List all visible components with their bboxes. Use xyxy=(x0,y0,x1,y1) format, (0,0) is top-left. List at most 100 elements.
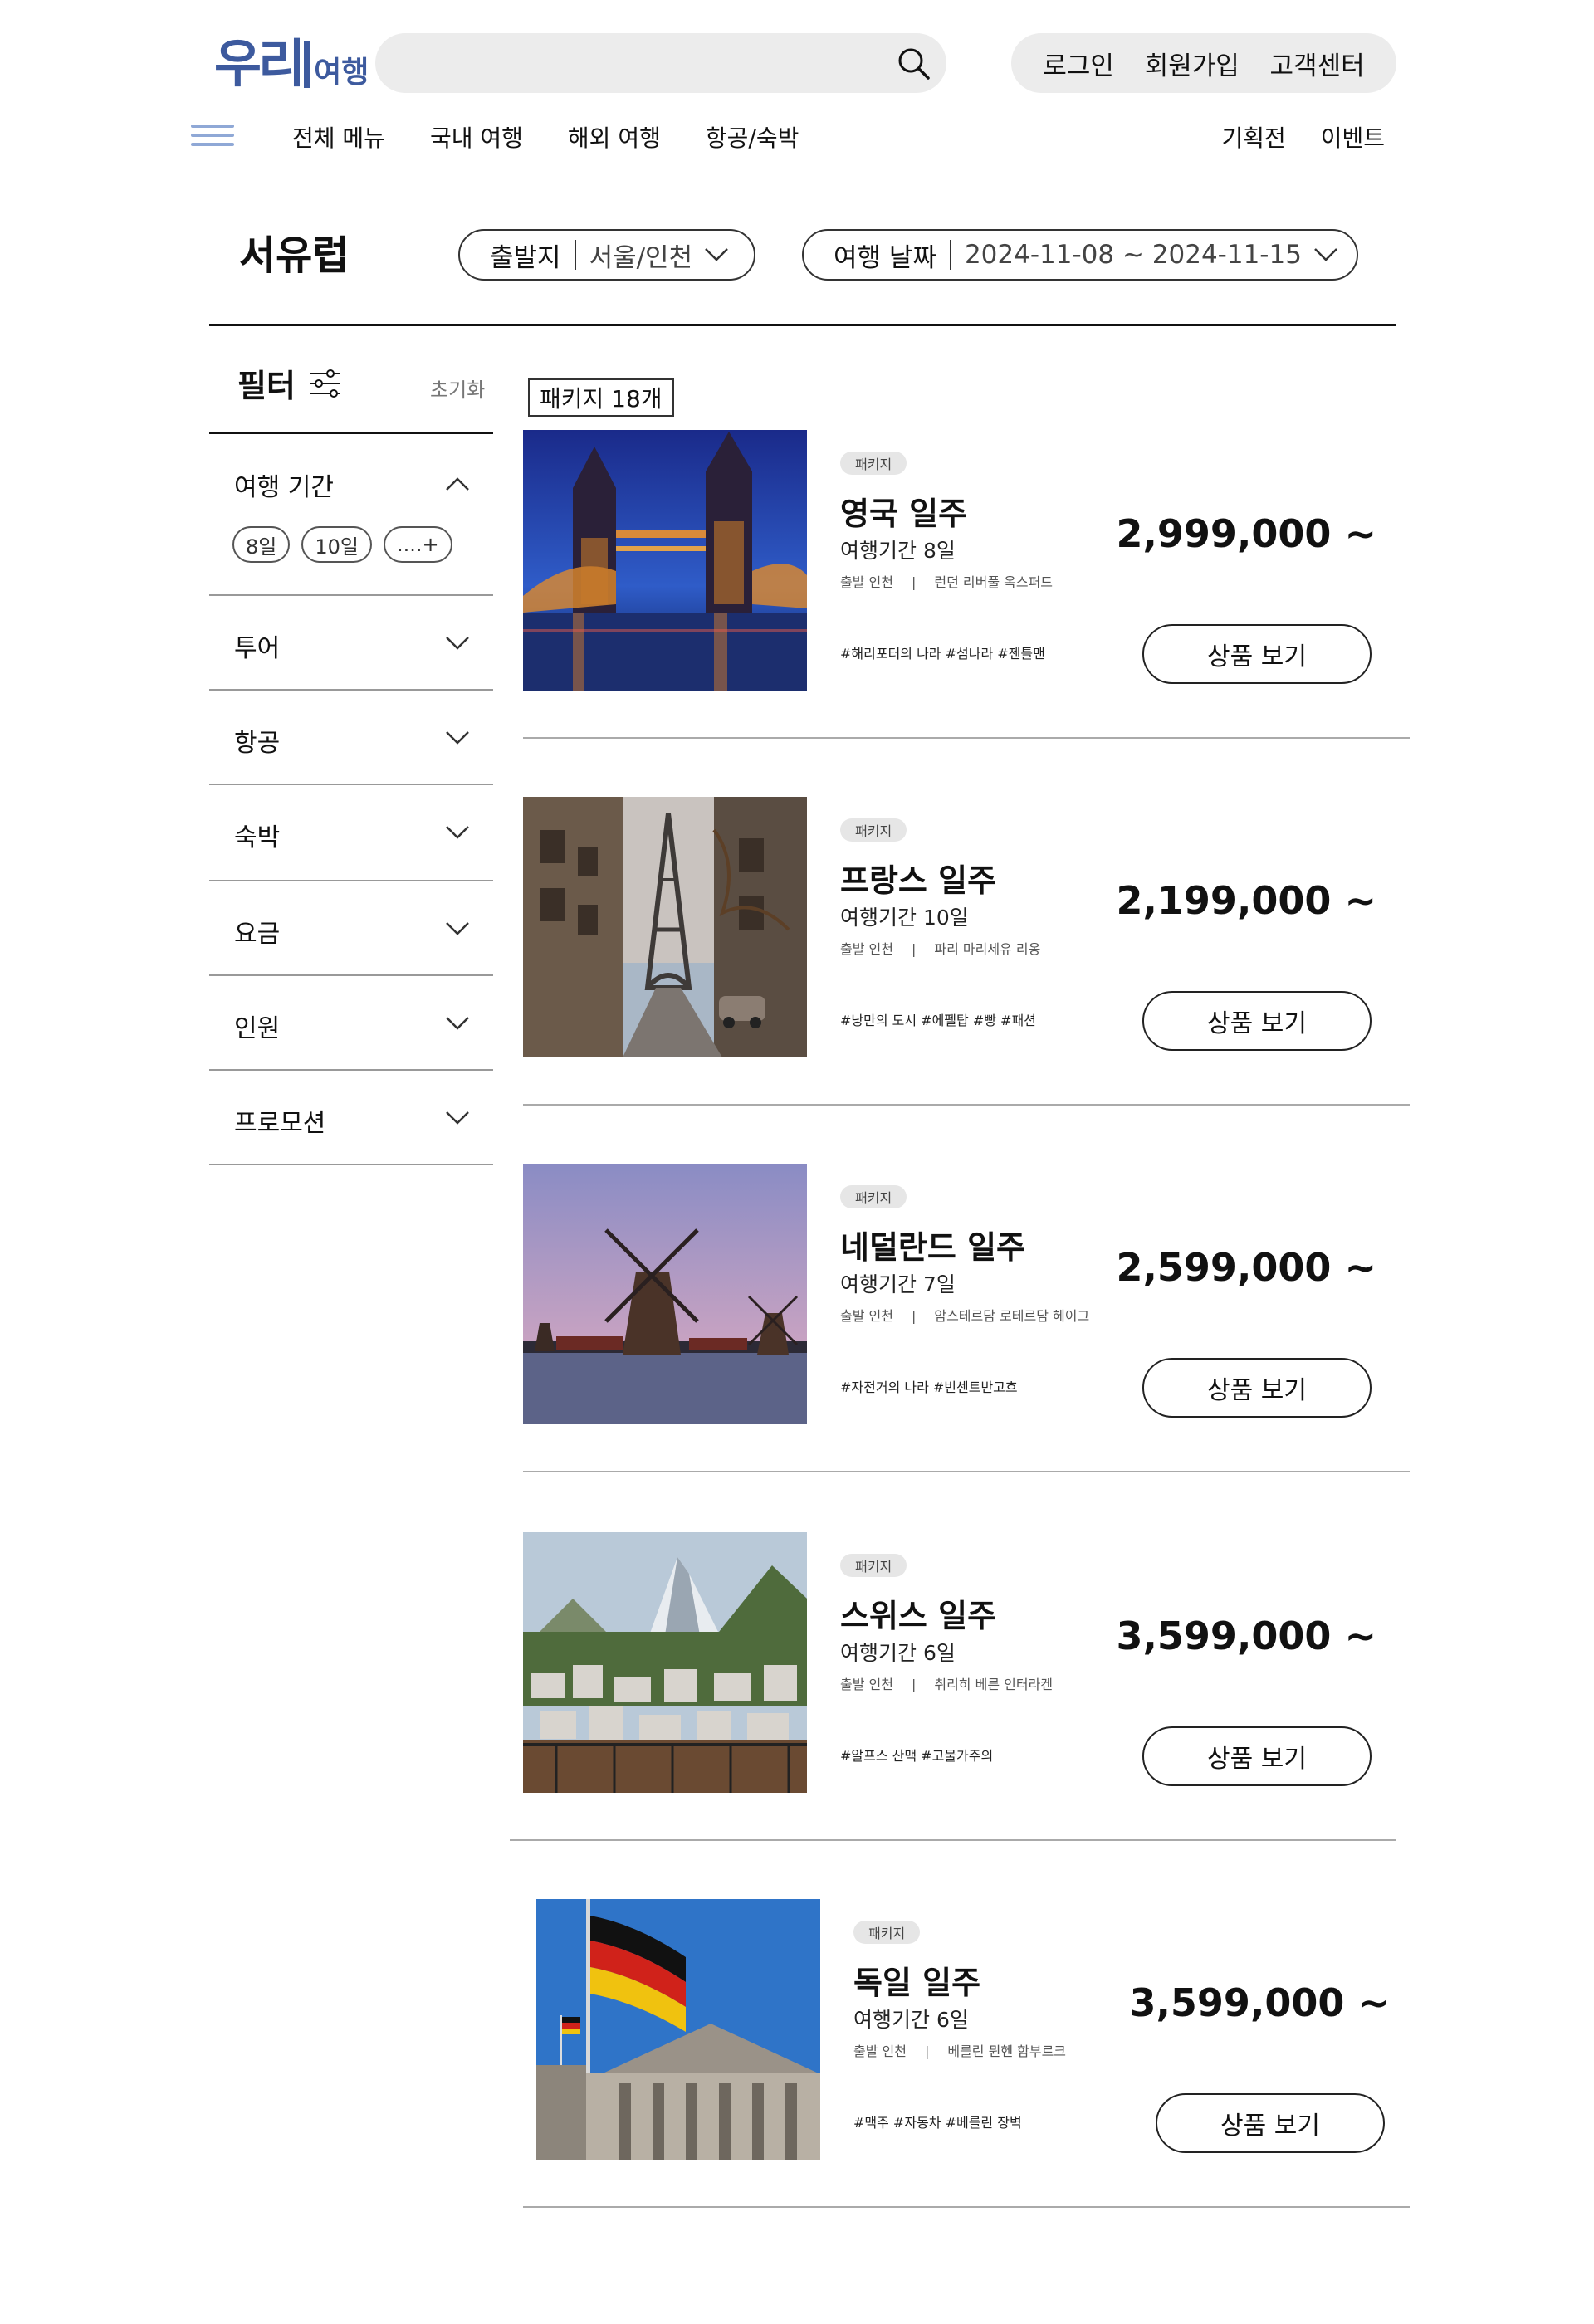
chevron-up-icon[interactable] xyxy=(445,476,470,491)
support-link[interactable]: 고객센터 xyxy=(1270,45,1365,82)
filter-title: 필터 xyxy=(237,368,296,404)
logo-text: 여행 xyxy=(314,56,369,90)
windmill-photo[interactable] xyxy=(523,1164,807,1424)
package-name[interactable]: 스위스 일주 xyxy=(840,1590,996,1636)
package-route: 출발 인천 | 파리 마리세유 리옹 xyxy=(840,938,1040,958)
search-input[interactable] xyxy=(400,45,865,81)
package-badge: 패키지 xyxy=(840,1554,907,1577)
eiffel-tower-photo[interactable] xyxy=(523,797,807,1057)
logo-bar xyxy=(304,42,311,88)
chip-more[interactable]: ....+ xyxy=(383,526,452,563)
package-price: 3,599,000 ~ xyxy=(1116,1614,1376,1658)
package-card: 패키지 네덜란드 일주 여행기간 7일 출발 인천 | 암스테르담 로테르담 헤이그… xyxy=(523,1164,1410,1531)
chip-8days[interactable]: 8일 xyxy=(232,526,291,563)
view-product-button[interactable]: 상품 보기 xyxy=(1142,1726,1372,1786)
package-badge: 패키지 xyxy=(840,452,907,475)
date-value: 2024-11-08 ~ 2024-11-15 xyxy=(964,240,1302,270)
filter-section-people[interactable]: 인원 xyxy=(209,976,493,1071)
package-card: 패키지 독일 일주 여행기간 6일 출발 인천 | 베를린 뮌헨 함부르크 #맥주 … xyxy=(523,1899,1423,2266)
search-bar[interactable] xyxy=(375,33,946,93)
title-divider xyxy=(209,324,1396,326)
package-card: 패키지 영국 일주 여행기간 8일 출발 인천 | 런던 리버풀 옥스퍼드 #해리포… xyxy=(523,430,1410,797)
nav-overseas[interactable]: 해외 여행 xyxy=(568,120,661,154)
origin-label: 출발지 xyxy=(490,242,561,273)
filter-section-tour[interactable]: 투어 xyxy=(209,596,493,691)
filter-header: 필터 xyxy=(237,360,342,406)
package-tags: #알프스 산맥 #고물가주의 xyxy=(840,1748,994,1764)
filter-section-promotion[interactable]: 프로모션 xyxy=(209,1071,493,1165)
user-menu: 로그인 회원가입 고객센터 xyxy=(1011,33,1396,93)
date-label: 여행 날짜 xyxy=(834,242,936,273)
filter-section-label: 인원 xyxy=(234,1014,281,1043)
route-cities: 파리 마리세유 리옹 xyxy=(934,941,1041,957)
route-separator: | xyxy=(911,1308,917,1324)
filter-reset-button[interactable]: 초기화 xyxy=(430,374,485,403)
login-link[interactable]: 로그인 xyxy=(1043,45,1114,82)
hamburger-menu-icon[interactable] xyxy=(191,124,234,146)
route-cities: 암스테르담 로테르담 헤이그 xyxy=(934,1308,1090,1324)
nav-flight-hotel[interactable]: 항공/숙박 xyxy=(706,120,799,154)
tower-bridge-photo[interactable] xyxy=(523,430,807,691)
package-name[interactable]: 네덜란드 일주 xyxy=(840,1222,1025,1267)
route-separator: | xyxy=(911,941,917,957)
route-origin: 출발 인천 xyxy=(840,941,893,957)
package-tags: #낭만의 도시 #에펠탑 #빵 #패션 xyxy=(840,1013,1036,1028)
filter-section-flight[interactable]: 항공 xyxy=(209,691,493,785)
route-separator: | xyxy=(924,2043,930,2059)
search-icon[interactable] xyxy=(895,45,931,81)
filter-section-label: 숙박 xyxy=(234,823,281,852)
filter-section-lodging[interactable]: 숙박 xyxy=(209,785,493,881)
package-price: 3,599,000 ~ xyxy=(1129,1980,1390,2025)
card-divider xyxy=(510,1839,1396,1841)
brand-logo[interactable]: 우리 여행 xyxy=(214,32,369,90)
route-origin: 출발 인천 xyxy=(840,1308,893,1324)
matterhorn-photo[interactable] xyxy=(523,1532,807,1793)
package-card: 패키지 스위스 일주 여행기간 6일 출발 인천 | 취리히 베른 인터라켄 #알프… xyxy=(510,1532,1410,1899)
package-price: 2,999,000 ~ xyxy=(1116,511,1376,556)
view-product-button[interactable]: 상품 보기 xyxy=(1142,624,1372,684)
nav-domestic[interactable]: 국내 여행 xyxy=(430,120,523,154)
nav-all-menu[interactable]: 전체 메뉴 xyxy=(292,120,385,154)
filter-section-period[interactable]: 여행 기간 8일 10일 ....+ xyxy=(209,433,493,596)
card-divider xyxy=(523,2206,1410,2208)
signup-link[interactable]: 회원가입 xyxy=(1145,45,1240,82)
package-badge: 패키지 xyxy=(840,818,907,842)
filter-section-label: 여행 기간 xyxy=(234,473,334,502)
sliders-icon[interactable] xyxy=(309,369,342,398)
filter-section-fare[interactable]: 요금 xyxy=(209,881,493,976)
chevron-down-icon xyxy=(1314,248,1337,261)
result-count: 패키지 18개 xyxy=(528,378,674,417)
view-product-button[interactable]: 상품 보기 xyxy=(1142,991,1372,1051)
chevron-down-icon xyxy=(446,731,469,745)
route-separator: | xyxy=(911,1677,917,1692)
card-divider xyxy=(523,1471,1410,1472)
package-route: 출발 인천 | 런던 리버풀 옥스퍼드 xyxy=(840,571,1053,591)
package-name[interactable]: 독일 일주 xyxy=(853,1957,980,2003)
divider xyxy=(949,240,951,270)
package-name[interactable]: 영국 일주 xyxy=(840,488,967,534)
sub-nav: 기획전 이벤트 xyxy=(1221,116,1385,158)
logo-mark: 우리 xyxy=(214,33,306,94)
view-product-button[interactable]: 상품 보기 xyxy=(1156,2093,1385,2153)
chevron-down-icon xyxy=(446,637,469,650)
filter-section-label: 요금 xyxy=(234,920,281,949)
card-divider xyxy=(523,737,1410,739)
route-cities: 런던 리버풀 옥스퍼드 xyxy=(934,574,1054,590)
nav-event[interactable]: 이벤트 xyxy=(1321,120,1385,154)
nav-exhibition[interactable]: 기획전 xyxy=(1221,120,1285,154)
chip-10days[interactable]: 10일 xyxy=(301,526,372,563)
chevron-down-icon xyxy=(446,1017,469,1030)
package-period: 여행기간 6일 xyxy=(853,2008,969,2032)
german-flag-photo[interactable] xyxy=(536,1899,820,2160)
package-period: 여행기간 6일 xyxy=(840,1641,956,1665)
origin-select[interactable]: 출발지 서울/인천 xyxy=(458,229,755,281)
date-select[interactable]: 여행 날짜 2024-11-08 ~ 2024-11-15 xyxy=(802,229,1358,281)
package-route: 출발 인천 | 취리히 베른 인터라켄 xyxy=(840,1673,1053,1693)
view-product-button[interactable]: 상품 보기 xyxy=(1142,1358,1372,1418)
package-name[interactable]: 프랑스 일주 xyxy=(840,855,996,901)
package-period: 여행기간 10일 xyxy=(840,906,969,930)
filter-section-label: 항공 xyxy=(234,729,281,758)
filter-section-label: 투어 xyxy=(234,634,281,663)
package-badge: 패키지 xyxy=(853,1921,921,1944)
package-badge: 패키지 xyxy=(840,1185,907,1208)
